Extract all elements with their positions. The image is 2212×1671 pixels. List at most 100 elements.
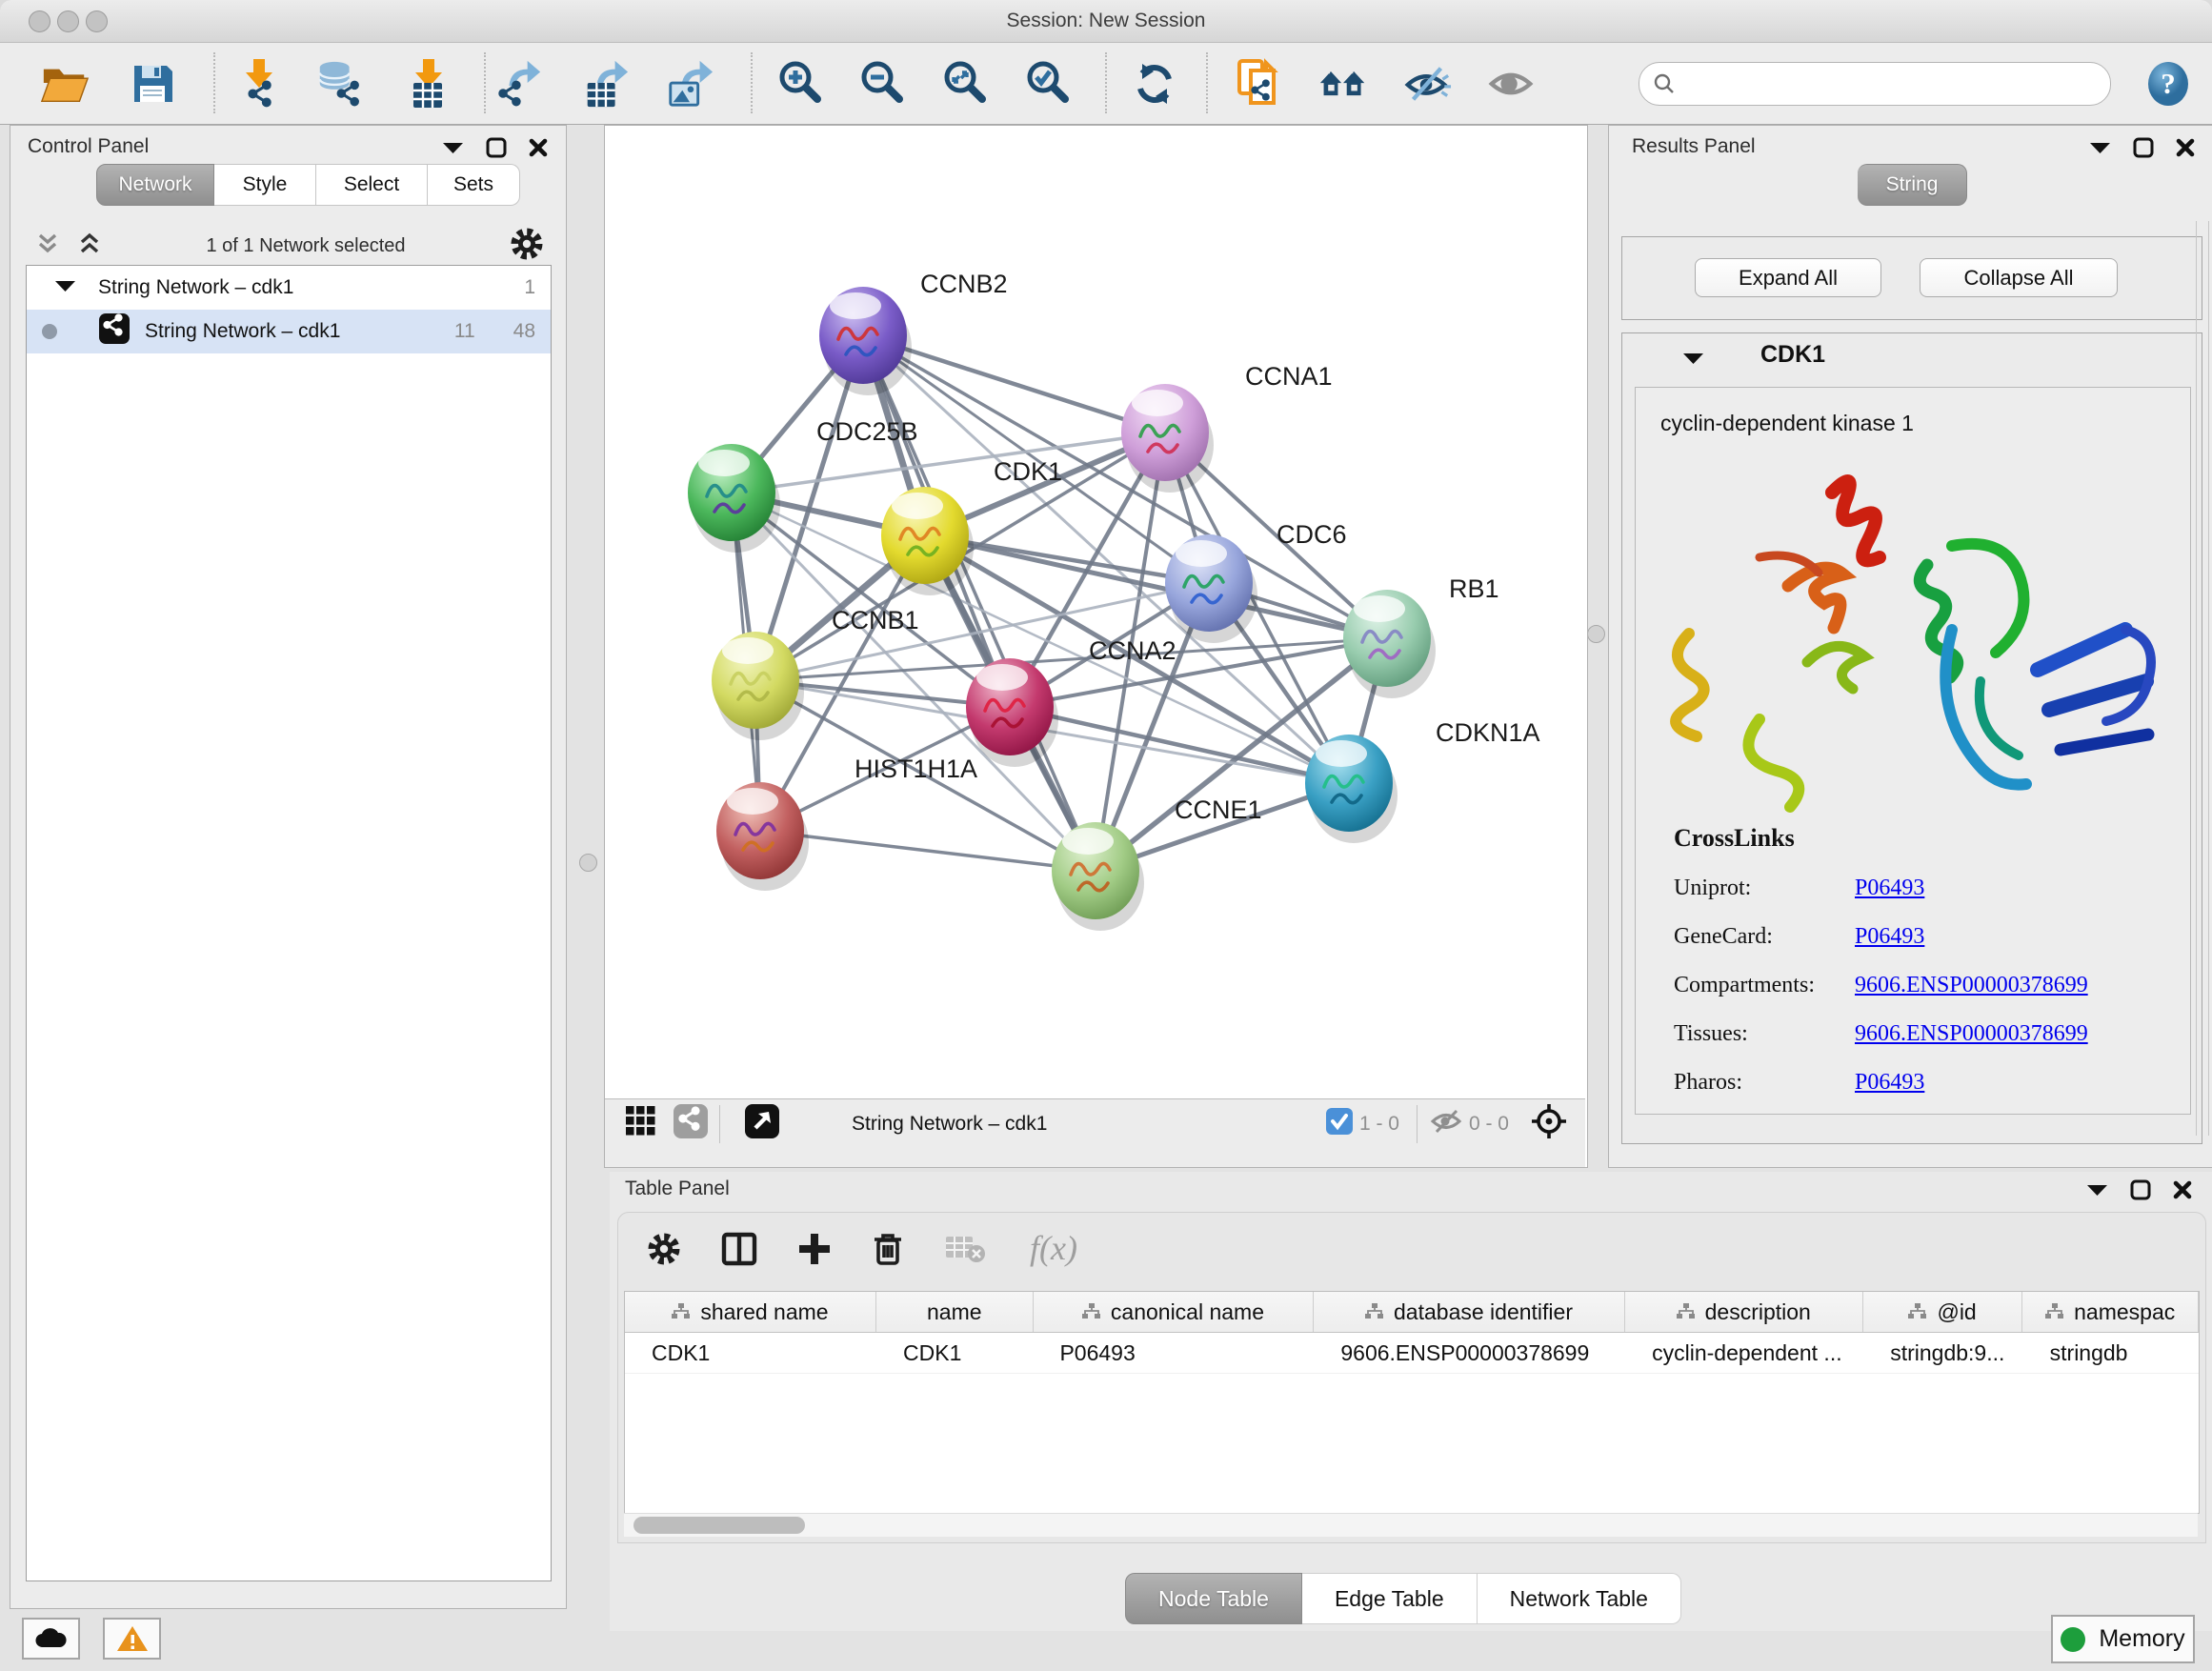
hide-selection-icon[interactable] [1402, 60, 1452, 108]
crosslink-link[interactable]: 9606.ENSP00000378699 [1855, 973, 2088, 997]
column-header-namespac[interactable]: namespac [2022, 1292, 2199, 1332]
table-options-gear-icon[interactable] [647, 1232, 681, 1271]
network-node-RB1[interactable] [1343, 590, 1436, 698]
refresh-layout-icon[interactable] [1130, 60, 1179, 108]
warning-status-button[interactable] [103, 1618, 161, 1660]
tab-sets[interactable]: Sets [428, 164, 520, 206]
crosslink-link[interactable]: P06493 [1855, 924, 1924, 949]
collapse-all-button[interactable]: Collapse All [1920, 258, 2118, 297]
scrollbar-thumb[interactable] [633, 1517, 805, 1534]
network-node-CDC25B[interactable] [688, 444, 780, 553]
first-neighbors-icon[interactable] [1318, 60, 1368, 108]
crosslink-link[interactable]: P06493 [1855, 876, 1924, 900]
svg-text:f(x): f(x) [1030, 1229, 1077, 1267]
tab-string[interactable]: String [1858, 164, 1967, 206]
panel-close-icon[interactable] [528, 137, 549, 158]
column-header-database-identifier[interactable]: database identifier [1314, 1292, 1624, 1332]
panel-menu-icon[interactable] [2088, 140, 2112, 155]
network-node-HIST1H1A[interactable] [716, 782, 809, 891]
table-cell[interactable]: P06493 [1033, 1333, 1314, 1373]
export-image-icon[interactable] [665, 60, 714, 108]
network-overview-icon[interactable] [674, 1104, 708, 1143]
export-network-icon[interactable] [494, 60, 544, 108]
table-cell[interactable]: CDK1 [876, 1333, 1033, 1373]
network-row[interactable]: String Network – cdk1 11 48 [27, 310, 551, 353]
column-header-shared-name[interactable]: shared name [625, 1292, 876, 1332]
add-column-icon[interactable] [797, 1232, 832, 1271]
node-table[interactable]: shared namenamecanonical namedatabase id… [624, 1291, 2200, 1514]
network-edge-CDK1-RB1[interactable] [925, 535, 1387, 638]
table-cell[interactable]: stringdb:9... [1863, 1333, 2022, 1373]
memory-button[interactable]: Memory [2051, 1615, 2195, 1663]
table-cell[interactable]: 9606.ENSP00000378699 [1314, 1333, 1625, 1373]
search-input[interactable] [1683, 66, 2097, 102]
zoom-in-icon[interactable] [775, 60, 825, 108]
tab-style[interactable]: Style [214, 164, 316, 206]
export-table-icon[interactable] [580, 60, 630, 108]
show-columns-icon[interactable] [721, 1232, 757, 1271]
import-table-icon[interactable] [400, 60, 450, 108]
tab-edge-table[interactable]: Edge Table [1302, 1573, 1478, 1624]
network-edge-CCNA2-CDKN1A[interactable] [1010, 707, 1349, 783]
panel-close-icon[interactable] [2175, 137, 2196, 158]
tab-network[interactable]: Network [96, 164, 214, 206]
column-header-@id[interactable]: @id [1863, 1292, 2023, 1332]
network-edge-CCNB2-CCNE1[interactable] [863, 335, 1096, 871]
selected-nodes-checkbox-icon[interactable] [1325, 1107, 1354, 1140]
help-icon[interactable]: ? [2143, 60, 2193, 108]
hidden-elements-icon[interactable] [1429, 1107, 1463, 1140]
panel-menu-icon[interactable] [2085, 1182, 2109, 1198]
network-node-CDKN1A[interactable] [1305, 735, 1398, 843]
network-canvas[interactable]: CCNB2CCNA1CDC25BCDK1CDC6RB1CCNB1CCNA2CDK… [605, 126, 1585, 1098]
birdseye-toggle-icon[interactable] [745, 1104, 779, 1143]
delete-column-icon[interactable] [872, 1231, 904, 1272]
fit-selected-crosshair-icon[interactable] [1530, 1102, 1568, 1145]
protein-section-expand-icon[interactable] [1681, 351, 1705, 371]
import-database-icon[interactable] [314, 60, 364, 108]
network-view-panel[interactable]: CCNB2CCNA1CDC25BCDK1CDC6RB1CCNB1CCNA2CDK… [604, 125, 1588, 1168]
panel-float-icon[interactable] [2133, 137, 2154, 158]
collection-expand-icon[interactable] [53, 276, 77, 299]
collapse-all-networks-icon[interactable] [35, 232, 60, 261]
network-node-CCNA1[interactable] [1121, 384, 1214, 493]
tab-node-table[interactable]: Node Table [1125, 1573, 1302, 1624]
import-network-icon[interactable] [232, 60, 282, 108]
table-cell[interactable]: CDK1 [625, 1333, 876, 1373]
column-header-name[interactable]: name [876, 1292, 1034, 1332]
table-cell[interactable]: cyclin-dependent ... [1625, 1333, 1863, 1373]
table-horizontal-scrollbar[interactable] [624, 1513, 2198, 1537]
panel-float-icon[interactable] [2130, 1179, 2151, 1200]
crosslink-link[interactable]: P06493 [1855, 1070, 1924, 1095]
results-scrollbar[interactable] [2196, 221, 2209, 1136]
tab-select[interactable]: Select [316, 164, 428, 206]
column-header-canonical-name[interactable]: canonical name [1034, 1292, 1315, 1332]
right-splitter-handle[interactable] [1587, 625, 1605, 643]
open-session-icon[interactable] [40, 60, 90, 108]
tab-network-table[interactable]: Network Table [1478, 1573, 1681, 1624]
zoom-out-icon[interactable] [857, 60, 907, 108]
table-cell[interactable]: stringdb [2023, 1333, 2199, 1373]
network-node-CDK1[interactable] [881, 487, 974, 595]
show-grid-icon[interactable] [626, 1106, 656, 1141]
search-field[interactable] [1639, 62, 2111, 106]
panel-close-icon[interactable] [2172, 1179, 2193, 1200]
left-splitter-handle[interactable] [579, 854, 597, 872]
expand-all-button[interactable]: Expand All [1695, 258, 1881, 297]
column-header-description[interactable]: description [1625, 1292, 1863, 1332]
panel-menu-icon[interactable] [441, 140, 465, 155]
network-collection-row[interactable]: String Network – cdk1 1 [27, 266, 551, 310]
save-session-icon[interactable] [128, 60, 177, 108]
zoom-selected-icon[interactable] [1023, 60, 1073, 108]
network-node-CCNE1[interactable] [1052, 822, 1144, 931]
network-edge-HIST1H1A-CCNE1[interactable] [760, 831, 1096, 871]
network-node-CCNB2[interactable] [819, 287, 912, 395]
cloud-status-button[interactable] [22, 1618, 80, 1660]
zoom-fit-icon[interactable] [940, 60, 990, 108]
clone-network-icon[interactable] [1235, 60, 1284, 108]
crosslink-link[interactable]: 9606.ENSP00000378699 [1855, 1021, 2088, 1046]
expand-all-networks-icon[interactable] [77, 232, 102, 261]
panel-float-icon[interactable] [486, 137, 507, 158]
network-options-gear-icon[interactable] [510, 227, 544, 266]
show-all-icon[interactable] [1486, 60, 1536, 108]
table-row[interactable]: CDK1CDK1P064939606.ENSP00000378699cyclin… [625, 1333, 2199, 1374]
